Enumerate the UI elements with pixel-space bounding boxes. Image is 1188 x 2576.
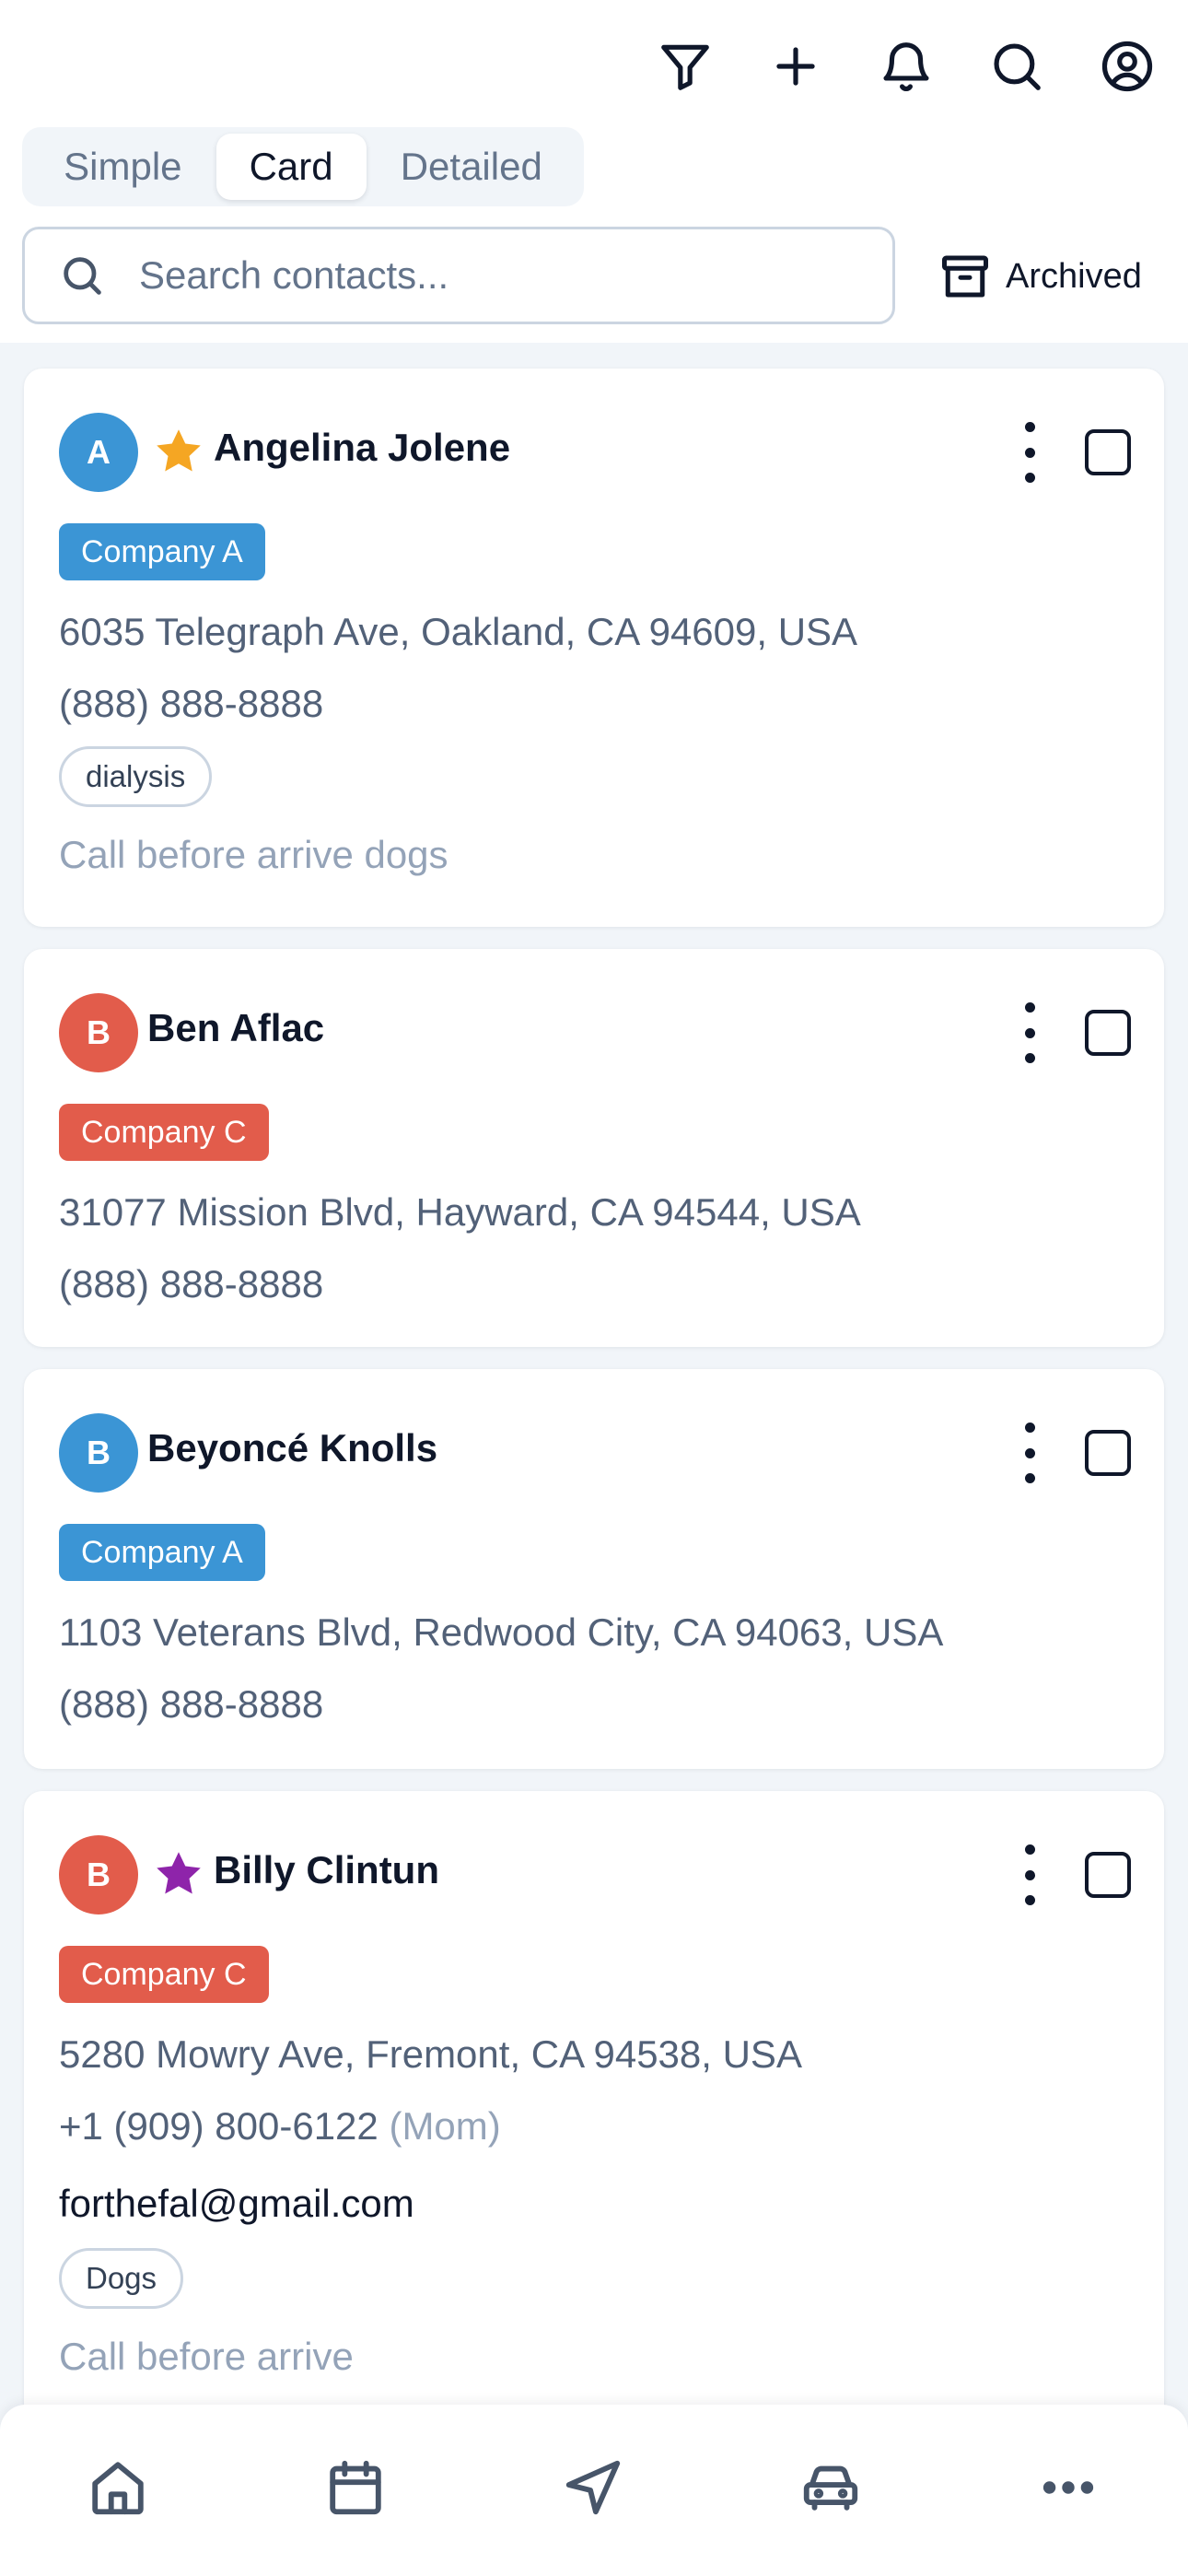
star-icon[interactable]	[151, 1846, 206, 1902]
account-icon[interactable]	[1098, 37, 1157, 96]
contact-note: Call before arrive dogs	[59, 833, 448, 876]
more-options-icon[interactable]	[1011, 1844, 1048, 1905]
contact-phone: (888) 888-8888	[59, 1682, 324, 1726]
search-input[interactable]	[139, 253, 857, 298]
archived-label: Archived	[1006, 256, 1142, 296]
tag-chip[interactable]: Dogs	[59, 2248, 184, 2309]
select-checkbox[interactable]	[1085, 1430, 1131, 1476]
top-bar	[0, 0, 1188, 129]
company-badge: Company A	[59, 1524, 265, 1581]
navigation-icon[interactable]	[556, 2451, 630, 2524]
phone-label: (Mom)	[389, 2104, 501, 2148]
contact-email[interactable]: forthefal@gmail.com	[59, 2182, 414, 2226]
select-checkbox[interactable]	[1085, 1852, 1131, 1898]
plus-icon[interactable]	[766, 37, 825, 96]
contact-card[interactable]: B Beyoncé Knolls Company A 1103 Veterans…	[24, 1369, 1164, 1769]
contact-card[interactable]: B Ben Aflac Company C 31077 Mission Blvd…	[24, 949, 1164, 1347]
search-box	[22, 227, 895, 324]
calendar-icon[interactable]	[319, 2451, 392, 2524]
more-options-icon[interactable]	[1011, 1002, 1048, 1063]
tab-detailed[interactable]: Detailed	[367, 134, 577, 200]
more-options-icon[interactable]	[1011, 422, 1048, 483]
more-options-icon[interactable]	[1011, 1423, 1048, 1483]
more-icon[interactable]	[1031, 2451, 1105, 2524]
search-icon[interactable]	[987, 37, 1046, 96]
tag-chip[interactable]: dialysis	[59, 746, 213, 807]
select-checkbox[interactable]	[1085, 1010, 1131, 1056]
contact-name: Beyoncé Knolls	[147, 1426, 438, 1469]
company-badge: Company C	[59, 1946, 269, 2003]
archived-button[interactable]: Archived	[938, 247, 1142, 306]
star-icon[interactable]	[151, 424, 206, 479]
avatar: B	[59, 993, 138, 1072]
avatar: B	[59, 1413, 138, 1493]
archive-icon	[942, 255, 988, 298]
contact-name: Angelina Jolene	[214, 426, 511, 469]
car-icon[interactable]	[794, 2451, 868, 2524]
search-icon	[58, 252, 106, 299]
tab-simple[interactable]: Simple	[29, 134, 216, 200]
contact-phone: +1 (909) 800-6122	[59, 2104, 379, 2148]
contact-address: 1103 Veterans Blvd, Redwood City, CA 940…	[59, 1610, 944, 1654]
bottom-nav	[0, 2405, 1188, 2576]
contact-address: 6035 Telegraph Ave, Oakland, CA 94609, U…	[59, 610, 858, 653]
view-toggle: Simple Card Detailed	[22, 127, 584, 206]
avatar: B	[59, 1835, 138, 1914]
contact-name: Billy Clintun	[214, 1848, 439, 1891]
contacts-screen: Simple Card Detailed Archived A Angelina…	[0, 0, 1188, 2576]
contact-phone-row: +1 (909) 800-6122 (Mom)	[59, 2104, 501, 2149]
contact-address: 31077 Mission Blvd, Hayward, CA 94544, U…	[59, 1190, 861, 1234]
contact-card[interactable]: A Angelina Jolene Company A 6035 Telegra…	[24, 369, 1164, 927]
contact-note: Call before arrive	[59, 2335, 354, 2378]
company-badge: Company C	[59, 1104, 269, 1161]
filter-icon[interactable]	[656, 37, 715, 96]
avatar: A	[59, 413, 138, 492]
contact-phone: (888) 888-8888	[59, 682, 324, 725]
bell-icon[interactable]	[877, 37, 936, 96]
contact-address: 5280 Mowry Ave, Fremont, CA 94538, USA	[59, 2032, 802, 2076]
company-badge: Company A	[59, 523, 265, 580]
contact-phone: (888) 888-8888	[59, 1262, 324, 1306]
contact-list: A Angelina Jolene Company A 6035 Telegra…	[0, 343, 1188, 2576]
tab-card[interactable]: Card	[215, 134, 367, 200]
contact-name: Ben Aflac	[147, 1006, 325, 1049]
select-checkbox[interactable]	[1085, 429, 1131, 475]
home-icon[interactable]	[81, 2451, 155, 2524]
